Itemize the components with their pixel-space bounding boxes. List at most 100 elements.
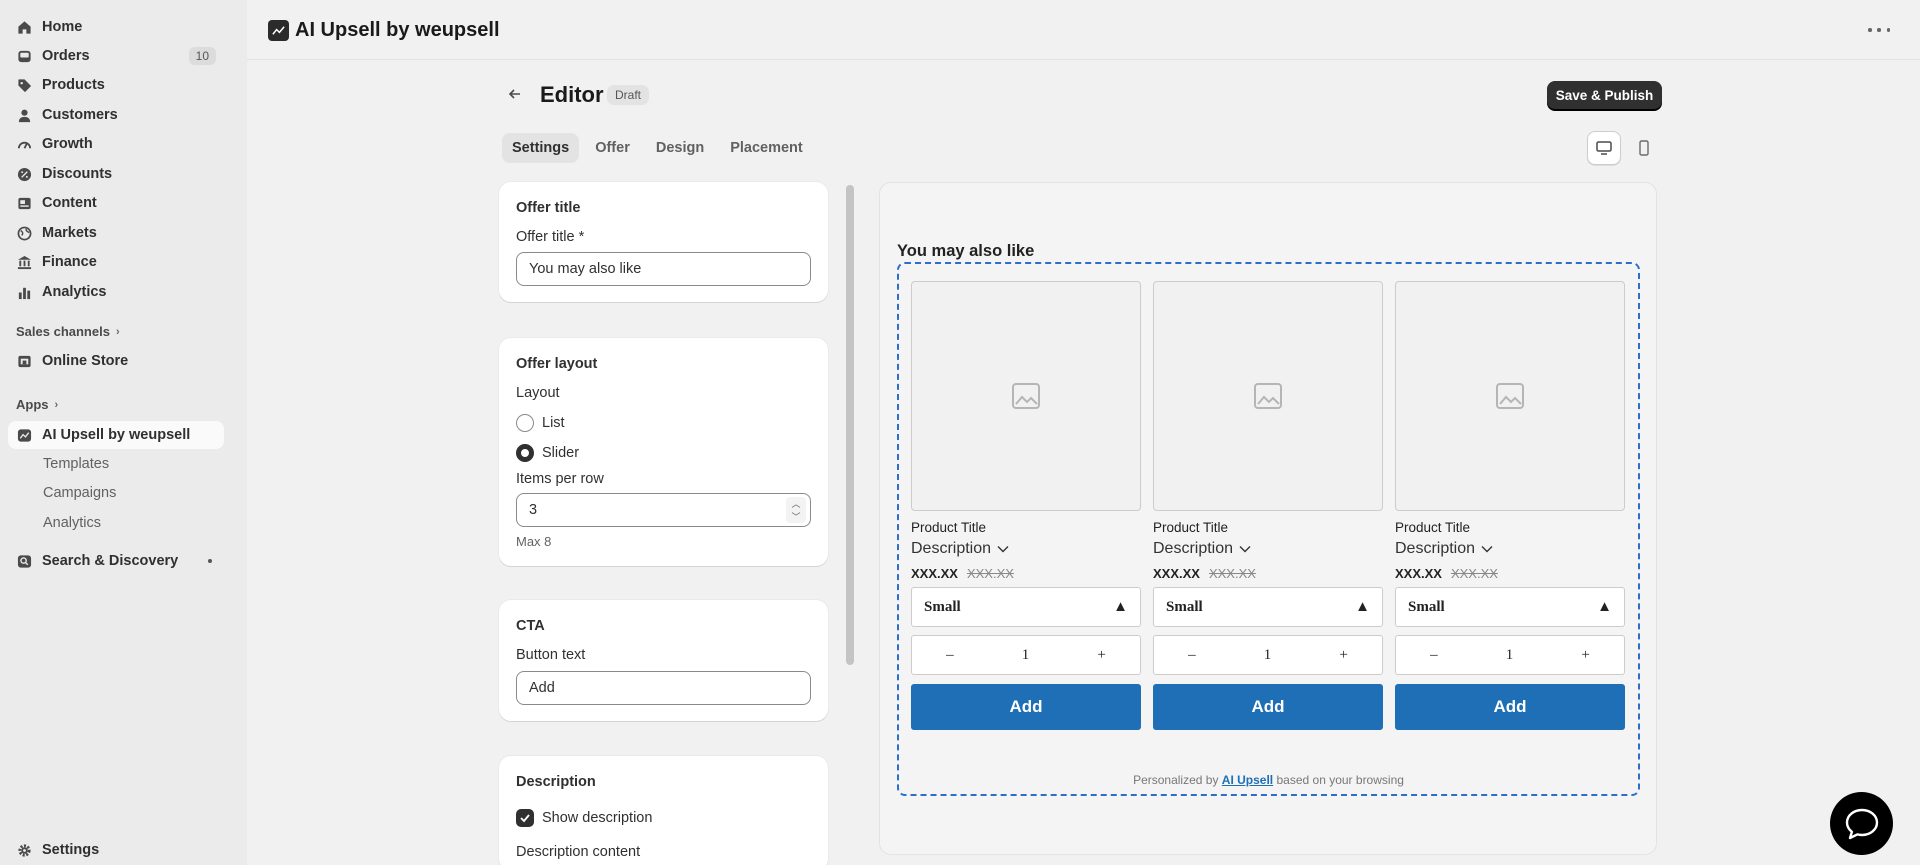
product-description-toggle[interactable]: Description: [1153, 540, 1383, 558]
tab-placement[interactable]: Placement: [720, 133, 813, 163]
sidebar-item-content[interactable]: Content: [8, 189, 224, 217]
quantity-plus-button[interactable]: +: [1339, 647, 1347, 664]
number-stepper[interactable]: ︿ ﹀: [786, 497, 806, 523]
chat-button[interactable]: [1830, 792, 1893, 855]
sidebar-item-online-store[interactable]: Online Store: [8, 347, 224, 375]
personalized-footer: Personalized by AI Upsell based on your …: [899, 773, 1638, 787]
sidebar-item-home[interactable]: Home: [8, 13, 224, 41]
radio-button[interactable]: [516, 444, 534, 462]
layout-option-slider[interactable]: Slider: [516, 444, 579, 462]
quantity-plus-button[interactable]: +: [1581, 647, 1589, 664]
sidebar-subitem-analytics[interactable]: Analytics: [43, 511, 101, 535]
variant-select[interactable]: Small ▲: [1395, 587, 1625, 627]
items-per-row-input[interactable]: 3 ︿ ﹀: [516, 493, 811, 527]
sidebar-item-ai-upsell[interactable]: AI Upsell by weupsell: [8, 421, 224, 449]
tag-icon: [16, 77, 32, 93]
mobile-view-toggle[interactable]: [1627, 131, 1661, 165]
sidebar-subitem-campaigns[interactable]: Campaigns: [43, 481, 116, 505]
radio-label: Slider: [542, 445, 580, 461]
preview-pane: You may also like Product Title Descript…: [879, 182, 1657, 855]
sidebar-item-finance[interactable]: Finance: [8, 248, 224, 276]
offer-title-input[interactable]: You may also like: [516, 252, 811, 286]
layout-option-list[interactable]: List: [516, 414, 565, 432]
field-label: Button text: [516, 647, 586, 663]
product-description-toggle[interactable]: Description: [911, 540, 1141, 558]
radio-button[interactable]: [516, 414, 534, 432]
quantity-value[interactable]: 1: [1022, 647, 1030, 664]
description-label: Description: [1153, 540, 1234, 557]
sidebar-item-growth[interactable]: Growth: [8, 130, 224, 158]
compare-price: XXX.XX: [1450, 566, 1498, 581]
triangle-up-icon: ▲: [1355, 598, 1370, 615]
sidebar-item-markets[interactable]: Markets: [8, 219, 224, 247]
sidebar-item-label: Content: [42, 195, 97, 211]
add-button[interactable]: Add: [911, 684, 1141, 730]
variant-select[interactable]: Small ▲: [911, 587, 1141, 627]
footer-suffix: based on your browsing: [1276, 773, 1404, 787]
more-options-icon[interactable]: [1868, 20, 1890, 40]
quantity-stepper: – 1 +: [1153, 635, 1383, 675]
sidebar-item-label: Online Store: [42, 353, 129, 369]
tab-settings[interactable]: Settings: [502, 133, 580, 163]
back-arrow-icon[interactable]: [505, 84, 525, 104]
product-image-placeholder: [1395, 281, 1625, 511]
compare-price: XXX.XX: [1208, 566, 1256, 581]
quantity-value[interactable]: 1: [1506, 647, 1514, 664]
sidebar-item-label: Products: [42, 77, 105, 93]
offer-widget[interactable]: Product Title Description XXX.XX XXX.XX S…: [897, 262, 1640, 796]
sidebar-item-analytics[interactable]: Analytics: [8, 278, 224, 306]
inbox-icon: [16, 48, 32, 64]
sidebar-item-search-discovery[interactable]: Search & Discovery: [8, 547, 224, 575]
input-value: 3: [529, 502, 538, 518]
sidebar-item-label: Finance: [42, 254, 97, 270]
field-label: Items per row: [516, 471, 604, 487]
image-icon: [1254, 383, 1282, 409]
sales-channels-header[interactable]: Sales channels ›: [16, 324, 120, 339]
sidebar-item-label: Markets: [42, 225, 97, 241]
tab-design[interactable]: Design: [646, 133, 714, 163]
show-description-checkbox[interactable]: Show description: [516, 809, 652, 827]
chevron-down-icon[interactable]: ﹀: [791, 510, 800, 523]
description-label: Description: [911, 540, 992, 557]
quantity-minus-button[interactable]: –: [946, 647, 954, 664]
chevron-right-icon: ›: [54, 398, 59, 411]
quantity-plus-button[interactable]: +: [1097, 647, 1105, 664]
chevron-up-icon[interactable]: ︿: [791, 497, 800, 510]
sales-channels-label: Sales channels: [16, 324, 110, 339]
settings-scrollbar[interactable]: [846, 185, 854, 665]
sidebar-subitem-templates[interactable]: Templates: [43, 452, 109, 476]
product-title: Product Title: [911, 520, 987, 535]
product-description-toggle[interactable]: Description: [1395, 540, 1625, 558]
gauge-icon: [16, 136, 32, 152]
tab-offer[interactable]: Offer: [585, 133, 640, 163]
sidebar-item-products[interactable]: Products: [8, 71, 224, 99]
sidebar-item-orders[interactable]: Orders 10: [8, 42, 224, 70]
quantity-minus-button[interactable]: –: [1188, 647, 1196, 664]
field-label: Description content: [516, 844, 641, 860]
chevron-down-icon: [1481, 546, 1493, 553]
bank-icon: [16, 254, 32, 270]
desktop-view-toggle[interactable]: [1587, 131, 1621, 165]
radio-label: List: [542, 415, 565, 431]
add-button[interactable]: Add: [1153, 684, 1383, 730]
product-card: Product Title Description XXX.XX XXX.XX S…: [1395, 281, 1625, 730]
quantity-value[interactable]: 1: [1264, 647, 1272, 664]
quantity-minus-button[interactable]: –: [1430, 647, 1438, 664]
triangle-up-icon: ▲: [1113, 598, 1128, 615]
ai-upsell-link[interactable]: AI Upsell: [1222, 773, 1273, 787]
add-button[interactable]: Add: [1395, 684, 1625, 730]
button-text-input[interactable]: Add: [516, 671, 811, 705]
sidebar-item-customers[interactable]: Customers: [8, 101, 224, 129]
checkbox-checked[interactable]: [516, 809, 534, 827]
orders-count-badge: 10: [188, 47, 216, 65]
sidebar-item-discounts[interactable]: Discounts: [8, 160, 224, 188]
save-publish-button[interactable]: Save & Publish: [1547, 81, 1662, 110]
offer-layout-card: Offer layout Layout List Slider Items pe…: [499, 338, 828, 566]
apps-header[interactable]: Apps ›: [16, 397, 58, 412]
variant-select[interactable]: Small ▲: [1153, 587, 1383, 627]
card-heading: Offer title: [516, 200, 581, 216]
sidebar-item-settings[interactable]: Settings: [8, 836, 224, 864]
quantity-stepper: – 1 +: [1395, 635, 1625, 675]
product-price: XXX.XX: [1153, 566, 1200, 581]
app-logo-icon: [16, 427, 32, 443]
